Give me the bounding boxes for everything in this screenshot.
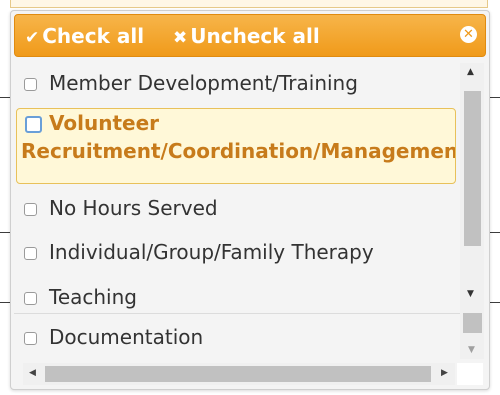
check-icon: ✔	[25, 28, 40, 48]
scroll-down-icon[interactable]: ▼	[468, 345, 475, 355]
list-item[interactable]: Member Development/Training	[14, 69, 460, 99]
list-item[interactable]: Documentation	[14, 322, 460, 354]
list-item-highlighted[interactable]: Volunteer Recruitment/Coordination/Manag…	[16, 108, 456, 184]
checkbox[interactable]	[24, 78, 37, 91]
checkbox[interactable]	[24, 332, 37, 345]
select-field-edge	[10, 0, 488, 8]
check-all-button[interactable]: ✔ Check all	[25, 23, 144, 49]
scrollbar-thumb[interactable]	[45, 366, 431, 382]
checkbox[interactable]	[24, 203, 37, 216]
uncheck-all-button[interactable]: ✖ Uncheck all	[173, 23, 320, 49]
close-circle-icon[interactable]: ✕	[460, 26, 477, 43]
scroll-up-icon[interactable]: ▲	[467, 67, 474, 77]
option-label: Member Development/Training	[49, 71, 358, 95]
scroll-down-icon[interactable]: ▼	[467, 289, 474, 299]
check-all-label: Check all	[42, 24, 145, 48]
options-list-continued: Documentation	[14, 313, 460, 366]
uncheck-all-label: Uncheck all	[190, 24, 320, 48]
vertical-scrollbar-outer[interactable]: ▼	[460, 313, 484, 359]
multiselect-dropdown: ✔ Check all ✖ Uncheck all ✕ Member Develop…	[10, 10, 490, 390]
list-item[interactable]: Individual/Group/Family Therapy	[14, 237, 460, 269]
horizontal-scrollbar[interactable]: ◀ ▶	[23, 363, 455, 385]
checkbox[interactable]	[24, 247, 37, 260]
list-item[interactable]: Teaching	[14, 282, 460, 313]
vertical-scrollbar[interactable]: ▲ ▼	[460, 63, 484, 313]
options-list: Member Development/Training Volunteer Re…	[14, 63, 460, 313]
dropdown-header: ✔ Check all ✖ Uncheck all ✕	[14, 14, 486, 57]
x-icon: ✖	[173, 28, 188, 48]
option-label: Teaching	[49, 285, 137, 309]
scrollbar-thumb[interactable]	[464, 91, 481, 246]
scroll-left-icon[interactable]: ◀	[29, 368, 36, 378]
checkbox[interactable]	[25, 116, 42, 133]
option-label: Documentation	[49, 325, 204, 349]
scrollbar-thumb[interactable]	[463, 313, 482, 333]
scrollbar-corner	[457, 363, 483, 385]
option-label-line1: Volunteer	[49, 111, 160, 135]
option-label: No Hours Served	[49, 196, 218, 220]
option-label-line2: Recruitment/Coordination/Management	[21, 139, 456, 163]
option-label: Individual/Group/Family Therapy	[49, 240, 374, 264]
scroll-right-icon[interactable]: ▶	[441, 368, 448, 378]
list-item[interactable]: No Hours Served	[14, 193, 460, 225]
checkbox[interactable]	[24, 292, 37, 305]
